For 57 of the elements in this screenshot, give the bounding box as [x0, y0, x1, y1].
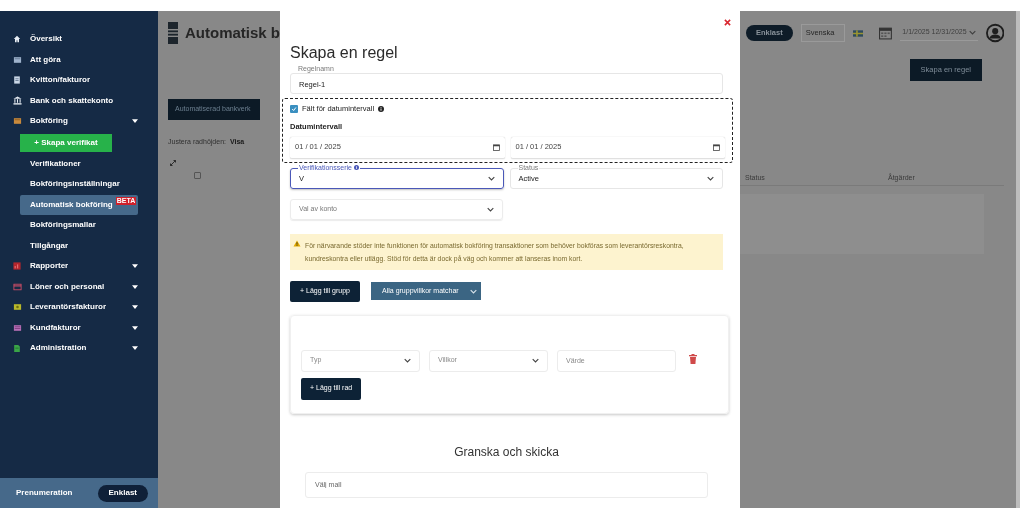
sidebar-item[interactable]: Kvitton/fakturor — [0, 70, 158, 91]
close-icon[interactable] — [724, 19, 731, 26]
expand-icon[interactable] — [170, 159, 176, 166]
caret-icon — [404, 358, 411, 363]
select-all-checkbox[interactable] — [194, 171, 201, 179]
plan-badge: Enklast — [97, 484, 148, 502]
sidebar-item[interactable]: Leverantörsfakturor — [0, 297, 158, 318]
invoice-icon — [12, 323, 22, 332]
calendar-icon[interactable] — [492, 143, 500, 151]
page-title: Automatisk b — [185, 22, 280, 43]
flag-icon[interactable] — [853, 29, 864, 37]
warning-icon — [293, 239, 301, 247]
trash-icon[interactable] — [689, 353, 697, 364]
bill-icon — [12, 303, 22, 312]
caret-icon — [132, 119, 138, 124]
sidebar-subitem[interactable]: Tillgångar — [20, 235, 138, 256]
sidebar-item[interactable]: Administration — [0, 338, 158, 359]
bank-icon — [12, 96, 22, 106]
chart-icon — [13, 262, 21, 271]
caret-icon — [132, 346, 138, 351]
document-icon — [13, 343, 21, 353]
sidebar-subitem[interactable]: Verifikationer — [20, 153, 138, 174]
sidebar-item[interactable]: Att göra — [0, 49, 158, 70]
caret-icon — [487, 175, 495, 181]
menu-button[interactable] — [168, 22, 178, 44]
date-range-checkbox[interactable] — [290, 104, 298, 113]
sidebar-item[interactable]: Kundfakturor — [0, 317, 158, 338]
receipt-icon — [13, 76, 21, 85]
ledger-icon — [12, 117, 22, 126]
section-heading: Granska och skicka — [453, 443, 560, 461]
calendar-icon[interactable] — [713, 143, 720, 151]
caret-icon — [132, 325, 138, 330]
caret-icon — [132, 305, 138, 310]
caret-icon — [132, 284, 138, 289]
menu-icon — [168, 29, 178, 37]
sidebar-item[interactable]: Rapporter — [0, 256, 158, 277]
check-icon — [291, 105, 297, 112]
caret-icon — [532, 358, 539, 363]
caret-icon — [132, 264, 138, 269]
caret-icon — [707, 175, 714, 181]
info-icon[interactable] — [353, 165, 359, 170]
sidebar-item[interactable]: Bokföring — [0, 111, 158, 132]
sidebar-item[interactable]: Bank och skattekonto — [0, 90, 158, 111]
inbox-icon — [12, 55, 22, 64]
caret-icon — [470, 288, 477, 294]
home-icon — [13, 35, 21, 44]
info-icon[interactable] — [378, 105, 385, 112]
caret-icon — [968, 30, 976, 35]
card-icon — [12, 282, 22, 291]
caret-icon — [487, 206, 494, 212]
sidebar-item[interactable]: Löner och personal — [0, 276, 158, 297]
sidebar-subitem[interactable]: Bokföringsmallar — [20, 215, 138, 236]
sidebar-item[interactable]: Översikt — [0, 29, 158, 50]
avatar-icon[interactable] — [985, 23, 1004, 43]
sidebar-subitem[interactable]: Bokföringsinställningar — [20, 174, 138, 195]
dialog-title: Skapa en regel — [290, 44, 399, 62]
subscription-label: Prenumeration — [16, 487, 73, 499]
